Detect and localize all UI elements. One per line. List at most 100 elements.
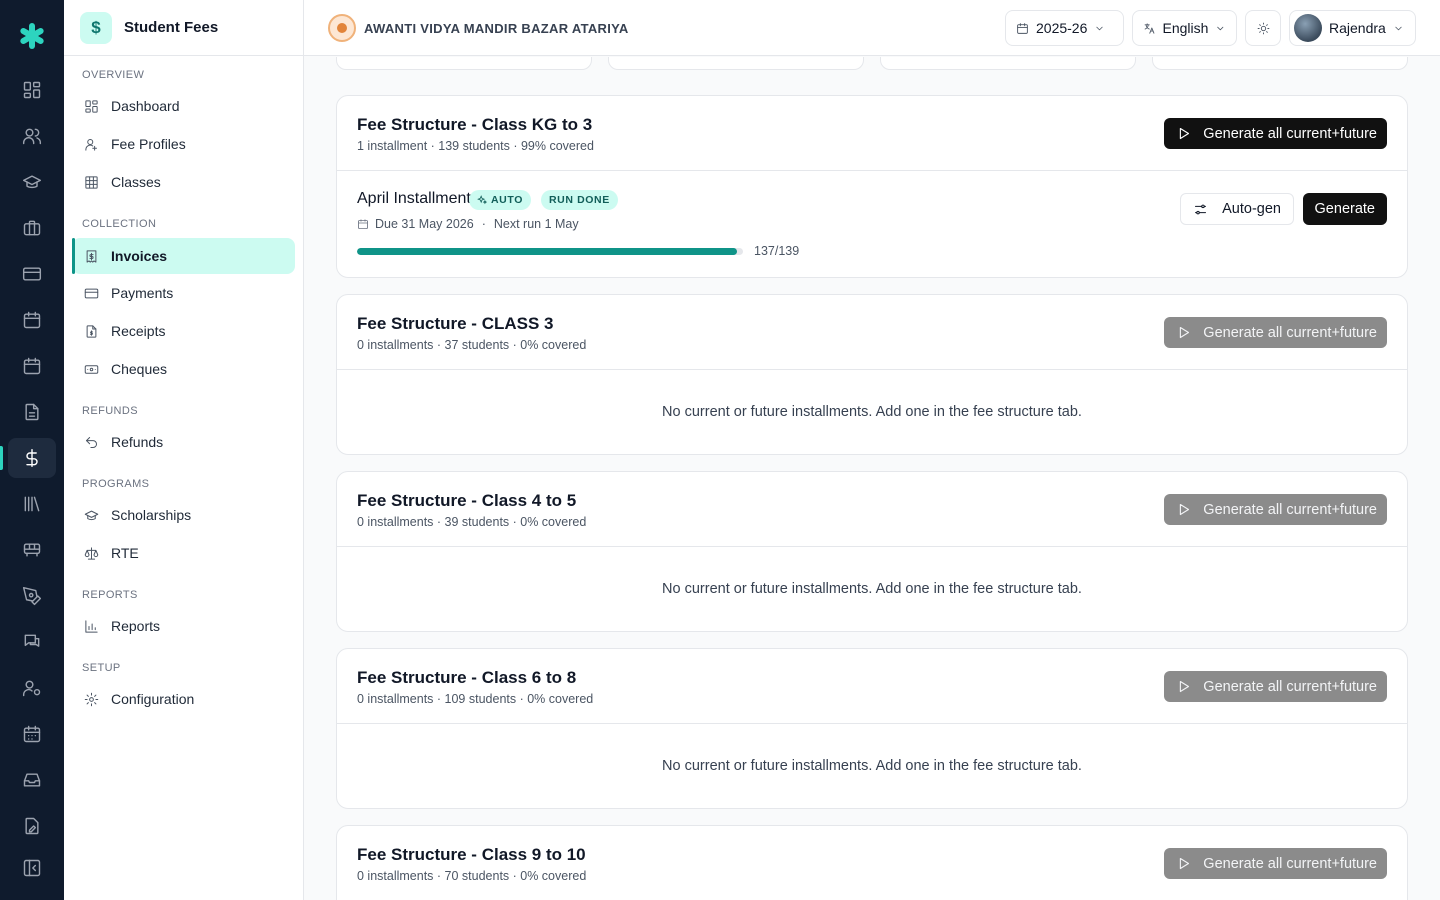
chevron-down-icon (1096, 26, 1104, 30)
card-title: Fee Structure - Class KG to 3 (357, 115, 593, 134)
app-logo-icon[interactable] (16, 20, 48, 52)
sidebar-item-classes[interactable]: Classes (72, 164, 295, 200)
credit-card-icon (84, 288, 99, 298)
sidebar-item-reports[interactable]: Reports (72, 608, 295, 644)
card-header: Fee Structure - Class KG to 3 1 installm… (337, 96, 1407, 171)
card-title: Fee Structure - Class 6 to 8 (357, 668, 577, 687)
card-header: Fee Structure - CLASS 3 0 installments ·… (337, 295, 1407, 370)
sidebar-item-invoices[interactable]: Invoices (72, 238, 295, 274)
sidebar-header: $ Student Fees (64, 0, 303, 56)
card-header: Fee Structure - Class 9 to 10 0 installm… (337, 826, 1407, 900)
chevron-down-icon (1395, 26, 1402, 30)
user-cog-icon[interactable] (8, 668, 56, 708)
fee-structure-card: Fee Structure - Class 6 to 8 0 installme… (336, 648, 1408, 809)
library-icon[interactable] (8, 484, 56, 524)
section-refunds: REFUNDS (82, 405, 138, 417)
empty-state-message: No current or future installments. Add o… (662, 404, 1082, 420)
chat-icon[interactable] (8, 622, 56, 662)
coverage-progress-fill (357, 248, 738, 255)
sidebar-item-fee-profiles[interactable]: Fee Profiles (72, 126, 295, 162)
sidebar-item-scholarships[interactable]: Scholarships (72, 497, 295, 533)
calendar-icon[interactable] (8, 300, 56, 340)
section-overview: OVERVIEW (82, 69, 145, 81)
scale-icon (84, 546, 99, 560)
run-done-badge: RUN DONE (541, 190, 618, 210)
calendar-icon (1017, 22, 1028, 34)
auto-gen-button[interactable]: Auto-gen (1180, 193, 1294, 225)
due-date: Due 31 May 2026 (375, 217, 474, 231)
sliders-icon (1195, 204, 1207, 214)
file-dollar-icon (86, 324, 97, 338)
section-reports: REPORTS (82, 589, 138, 601)
dollar-icon: $ (80, 11, 112, 44)
summary-card (608, 57, 864, 70)
graduation-cap-icon (84, 510, 99, 520)
generate-all-button[interactable]: Generate all current+future (1164, 494, 1387, 525)
language-select[interactable]: English (1132, 10, 1237, 46)
sidebar-item-label: RTE (111, 545, 139, 561)
graduation-cap-icon[interactable] (8, 162, 56, 202)
collapse-sidebar-icon[interactable] (8, 848, 56, 888)
sidebar-item-label: Reports (111, 618, 161, 634)
auto-badge: AUTO (469, 190, 531, 210)
play-icon (1180, 503, 1190, 516)
sidebar-item-dashboard[interactable]: Dashboard (72, 88, 295, 124)
banknote-icon (84, 364, 99, 374)
sidebar-item-configuration[interactable]: Configuration (72, 681, 295, 717)
bus-icon[interactable] (8, 530, 56, 570)
sidebar-item-payments[interactable]: Payments (72, 275, 295, 311)
dashboard-icon[interactable] (8, 70, 56, 110)
academic-year-select[interactable]: 2025-26 (1005, 10, 1124, 46)
grid-icon (85, 175, 98, 189)
generate-all-button[interactable]: Generate all current+future (1164, 317, 1387, 348)
sidebar-item-label: Payments (111, 285, 174, 301)
installment-name: April Installment (357, 190, 471, 207)
inbox-icon[interactable] (8, 760, 56, 800)
user-menu[interactable]: Rajendra (1289, 10, 1416, 46)
school-brand: AWANTI VIDYA MANDIR BAZAR ATARIYA (328, 14, 629, 42)
theme-toggle[interactable] (1245, 10, 1281, 46)
document-edit-icon[interactable] (8, 806, 56, 846)
briefcase-icon[interactable] (8, 208, 56, 248)
sun-icon (1257, 22, 1269, 34)
card-header: Fee Structure - Class 4 to 5 0 installme… (337, 472, 1407, 547)
sidebar-item-label: Classes (111, 174, 161, 190)
summary-card (1152, 57, 1408, 70)
empty-state-message: No current or future installments. Add o… (662, 581, 1082, 597)
fee-structure-card: Fee Structure - Class 9 to 10 0 installm… (336, 825, 1408, 900)
sidebar-item-rte[interactable]: RTE (72, 535, 295, 571)
installment-row: April Installment AUTO RUN DONE Due 31 M… (337, 171, 1407, 277)
sidebar-item-label: Scholarships (111, 507, 192, 523)
generate-button[interactable]: Generate (1302, 193, 1387, 225)
calendar-check-icon[interactable] (8, 346, 56, 386)
credit-card-icon[interactable] (8, 254, 56, 294)
coverage-count: 137/139 (754, 244, 800, 258)
card-subtitle: 0 installments · 37 students · 0% covere… (357, 338, 587, 352)
sidebar-item-cheques[interactable]: Cheques (72, 351, 295, 387)
sidebar-item-receipts[interactable]: Receipts (72, 313, 295, 349)
section-collection: COLLECTION (82, 218, 157, 230)
play-icon (1180, 857, 1190, 870)
file-text-icon[interactable] (8, 392, 56, 432)
dollar-icon[interactable] (0, 438, 56, 478)
card-title: Fee Structure - Class 9 to 10 (357, 845, 586, 864)
sidebar-item-refunds[interactable]: Refunds (72, 424, 295, 460)
play-icon (1180, 680, 1190, 693)
generate-all-button[interactable]: Generate all current+future (1164, 848, 1387, 879)
users-icon[interactable] (8, 116, 56, 156)
dashboard-icon (85, 99, 98, 113)
generate-all-button[interactable]: Generate all current+future (1164, 118, 1387, 149)
undo-icon (86, 436, 97, 448)
summary-card (880, 57, 1136, 70)
school-name: AWANTI VIDYA MANDIR BAZAR ATARIYA (364, 20, 629, 36)
sidebar: $ Student Fees OVERVIEW Dashboard Fee Pr… (64, 0, 304, 900)
fee-structure-card: Fee Structure - Class KG to 3 1 installm… (336, 95, 1408, 278)
pen-tool-icon[interactable] (8, 576, 56, 616)
section-programs: PROGRAMS (82, 478, 150, 490)
generate-all-button[interactable]: Generate all current+future (1164, 671, 1387, 702)
main-content: Fee Structure - Class KG to 3 1 installm… (304, 57, 1440, 900)
chevron-down-icon (1217, 26, 1224, 30)
summary-card (336, 57, 592, 70)
bar-chart-icon (85, 619, 98, 633)
calendar-grid-icon[interactable] (8, 714, 56, 754)
